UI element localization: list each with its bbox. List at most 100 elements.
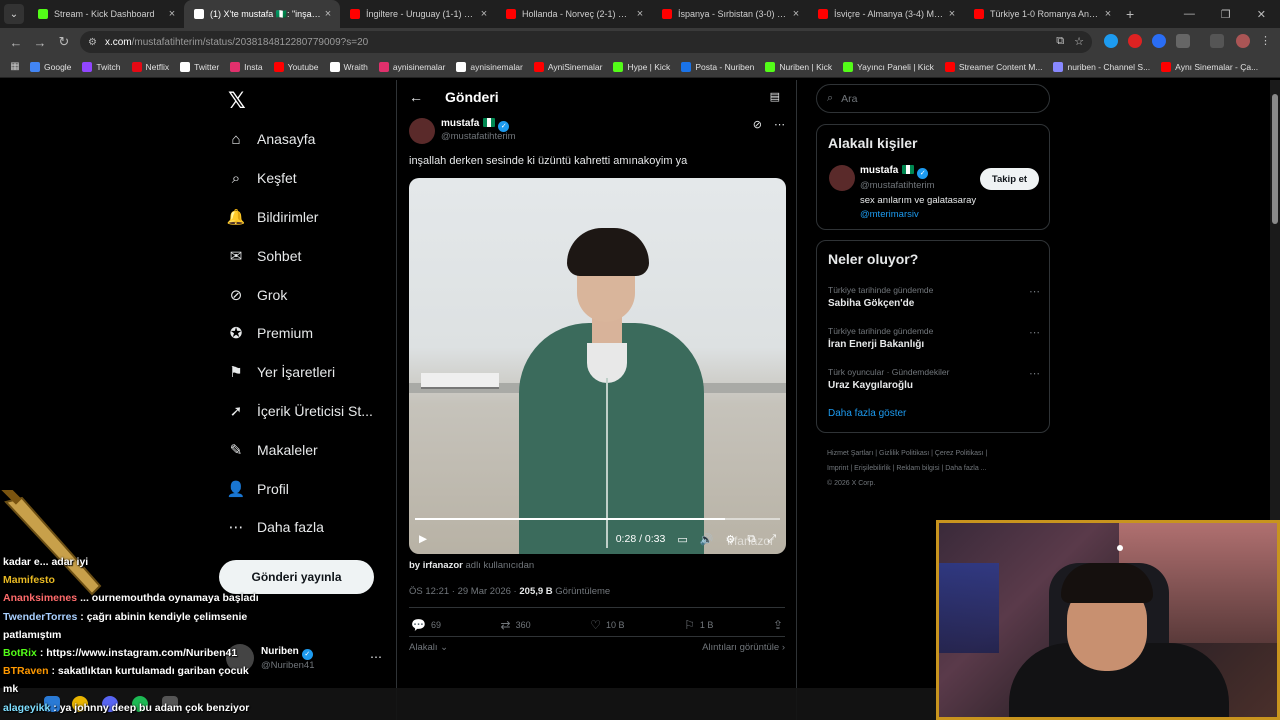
chat-username[interactable]: Mamifesto (3, 574, 55, 586)
author-handle[interactable]: @mustafatihterim (441, 131, 516, 142)
browser-tab[interactable]: (1) X'te mustafa 🇳🇬: "inşallah de× (184, 0, 340, 28)
sidebar-item-bell[interactable]: 🔔 Bildirimler (226, 198, 373, 237)
browser-menu-icon[interactable]: ⋮ (1260, 34, 1271, 47)
minimize-icon[interactable]: — (1184, 8, 1195, 20)
author-name[interactable]: mustafa ✓ (441, 118, 510, 132)
bookmark-item[interactable]: Hype | Kick (613, 61, 670, 72)
follow-button[interactable]: Takip et (980, 168, 1039, 190)
bookmark-item[interactable]: Nuriben | Kick (765, 61, 832, 72)
browser-tab[interactable]: Türkiye 1-0 Romanya Analizi - × (964, 0, 1120, 28)
related-name[interactable]: mustafa ✓ (860, 165, 929, 179)
bookmark-item[interactable]: aynisinemalar (378, 61, 445, 72)
post-button[interactable]: Gönderi yayınla (219, 560, 374, 594)
bookmark-item[interactable]: Youtube (273, 61, 319, 72)
bookmark-star-icon[interactable]: ☆ (1074, 35, 1084, 48)
post-timestamp[interactable]: ÖS 12:21 · 29 Mar 2026 · (409, 586, 517, 597)
volume-icon[interactable]: 🔊 (700, 533, 714, 546)
grok-icon[interactable]: ⊘ (753, 118, 762, 131)
bookmark-item[interactable]: Insta (230, 61, 263, 72)
extension-icon[interactable] (1128, 34, 1142, 48)
sidebar-item-rocket[interactable]: ➚ İçerik Üreticisi St... (226, 392, 373, 431)
pip-icon[interactable]: ⧉ (747, 533, 755, 546)
sidebar-item-bookmark[interactable]: ⚑ Yer İşaretleri (226, 353, 373, 392)
chat-username[interactable]: BotRix (3, 647, 37, 659)
related-bio-link[interactable]: @mterimarsiv (860, 209, 919, 220)
bookmark-item[interactable]: Streamer Content M... (944, 61, 1042, 72)
address-bar[interactable]: ⚙ x.com/mustafatihterim/status/203818481… (80, 31, 1092, 53)
extensions-puzzle-icon[interactable] (1176, 34, 1190, 48)
profile-avatar[interactable] (1236, 34, 1250, 48)
bookmark-item[interactable]: Yayıncı Paneli | Kick (843, 61, 934, 72)
page-scrollbar[interactable] (1270, 80, 1280, 520)
search-input[interactable]: ⌕ Ara (816, 84, 1050, 113)
attribution-user[interactable]: by irfanazor (409, 560, 463, 571)
bookmark-item[interactable]: Google (30, 61, 71, 72)
reload-icon[interactable]: ↻ (52, 34, 76, 50)
reply-sort-dropdown[interactable]: Alakalı ⌄ (409, 642, 448, 653)
more-icon[interactable]: ⋯ (1029, 367, 1040, 380)
browser-tab[interactable]: İspanya - Sırbistan (3-0) Maç Ö× (652, 0, 808, 28)
bookmark-item[interactable]: aynisinemalar (456, 61, 523, 72)
bookmark-item[interactable]: AyniSinemalar (533, 61, 602, 72)
browser-tab[interactable]: Hollanda - Norveç (2-1) Maç Ö × (496, 0, 652, 28)
more-icon[interactable]: ⋯ (1029, 285, 1040, 298)
browser-tab[interactable]: Stream - Kick Dashboard × (28, 0, 184, 28)
close-window-icon[interactable]: ✕ (1257, 8, 1266, 21)
avatar[interactable] (409, 118, 435, 144)
chat-username[interactable]: TwenderTorres (3, 611, 77, 623)
legal-line[interactable]: Imprint | Erişilebilirlik | Reklam bilgi… (827, 461, 1047, 476)
browser-tab[interactable]: İsviçre - Almanya (3-4) Maç Öz × (808, 0, 964, 28)
forward-icon[interactable]: → (28, 35, 52, 50)
sidebar-item-premium[interactable]: ✪ Premium (226, 314, 373, 353)
avatar[interactable] (829, 165, 855, 191)
sidebar-item-more[interactable]: ⋯ Daha fazla (226, 508, 373, 547)
bookmark-button[interactable]: ⚐ 1 B (684, 618, 713, 632)
sidebar-item-article[interactable]: ✎ Makaleler (226, 430, 373, 469)
sidebar-item-home[interactable]: ⌂ Anasayfa (226, 120, 373, 159)
captions-icon[interactable]: ▭ (677, 533, 687, 546)
play-icon[interactable]: ▶ (419, 533, 427, 545)
media-icon[interactable] (1210, 34, 1224, 48)
tab-search-button[interactable]: ⌄ (4, 4, 24, 24)
trend-item[interactable]: Türk oyuncular · Gündemdekiler Uraz Kaygı… (828, 367, 1040, 391)
share-button[interactable]: ⇪ (773, 618, 783, 632)
view-quotes-link[interactable]: Alıntıları görüntüle › (702, 642, 785, 653)
apps-grid-icon[interactable]: ▦ (0, 61, 30, 72)
tab-close-icon[interactable]: × (322, 8, 334, 20)
repost-button[interactable]: ⇄ 360 (501, 618, 531, 632)
account-switcher[interactable]: Nuriben ✓ @Nuriben41 ⋯ (226, 642, 386, 676)
site-info-icon[interactable]: ⚙ (88, 37, 97, 48)
fullscreen-icon[interactable]: ⤢ (767, 533, 776, 546)
extension-icon[interactable] (1152, 34, 1166, 48)
maximize-icon[interactable]: ❐ (1221, 8, 1231, 21)
settings-icon[interactable]: ⚙ (725, 533, 735, 546)
chat-username[interactable]: BTRaven (3, 665, 49, 677)
back-icon[interactable]: ← (4, 35, 28, 50)
scrollbar-thumb[interactable] (1272, 94, 1278, 224)
trend-item[interactable]: Türkiye tarihinde gündemde Sabiha Gökçen'… (828, 285, 1040, 309)
legal-line[interactable]: Hizmet Şartları | Gizlilik Politikası | … (827, 446, 1047, 461)
tab-close-icon[interactable]: × (166, 8, 178, 20)
video-progress-bar[interactable] (415, 518, 780, 520)
bookmark-item[interactable]: Twitch (82, 61, 121, 72)
chat-username[interactable]: Ananksimenes (3, 592, 77, 604)
tab-close-icon[interactable]: × (790, 8, 802, 20)
sidebar-item-profile[interactable]: 👤 Profil (226, 469, 373, 508)
bookmark-item[interactable]: Wraith (329, 61, 368, 72)
reader-icon[interactable]: ▤ (770, 90, 780, 103)
video-player[interactable]: irfanazor ▶ 0:28 / 0:33 ▭ 🔊 ⚙ ⧉ ⤢ (409, 178, 786, 554)
new-tab-button[interactable]: + (1126, 6, 1134, 22)
bookmark-item[interactable]: Aynı Sinemalar - Ça... (1161, 61, 1258, 72)
more-icon[interactable]: ⋯ (370, 650, 382, 664)
sidebar-item-search[interactable]: ⌕ Keşfet (226, 159, 373, 198)
sidebar-item-grok[interactable]: ⊘ Grok (226, 275, 373, 314)
bookmark-item[interactable]: nuriben - Channel S... (1053, 61, 1150, 72)
bookmark-item[interactable]: Posta - Nuriben (681, 61, 754, 72)
tab-close-icon[interactable]: × (478, 8, 490, 20)
install-icon[interactable]: ⧉ (1056, 35, 1064, 48)
chat-username[interactable]: alageyikk (3, 702, 50, 714)
more-icon[interactable]: ⋯ (774, 118, 785, 131)
tab-close-icon[interactable]: × (1102, 8, 1114, 20)
browser-tab[interactable]: İngiltere - Uruguay (1-1) Maç Ö× (340, 0, 496, 28)
like-button[interactable]: ♡ 10 B (590, 618, 624, 632)
